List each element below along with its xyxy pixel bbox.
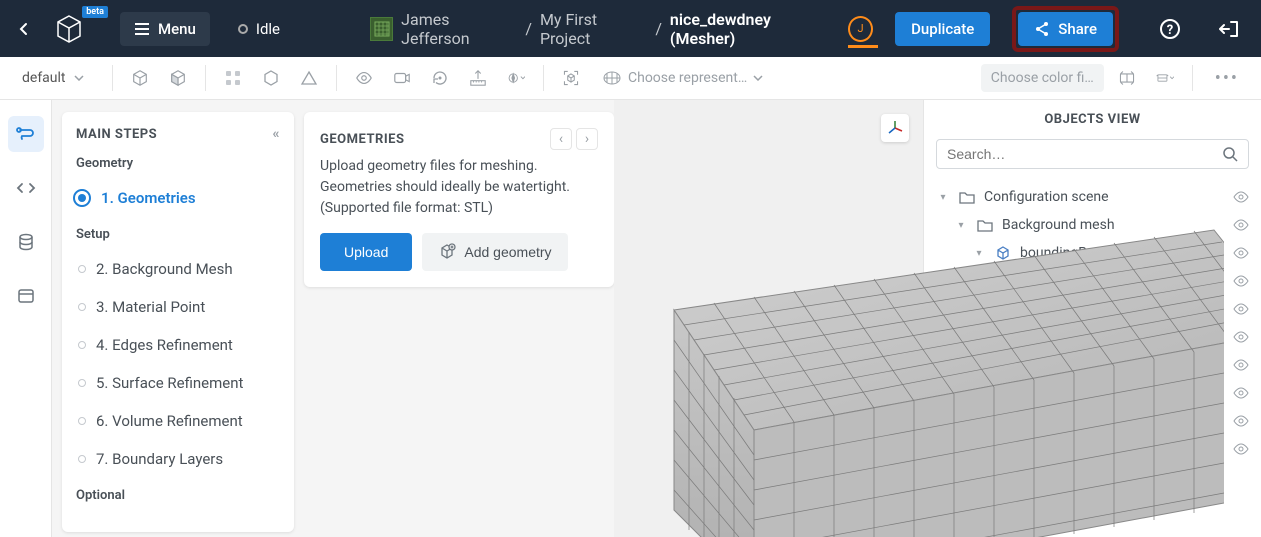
tb-cube-outline-icon[interactable] bbox=[125, 63, 155, 93]
geometries-card: GEOMETRIES ‹ › Upload geometry files for… bbox=[304, 112, 614, 287]
geometries-description: Upload geometry files for meshing. Geome… bbox=[320, 156, 598, 219]
app-logo[interactable]: beta bbox=[52, 12, 86, 46]
breadcrumb-project[interactable]: My First Project bbox=[540, 10, 647, 48]
left-rail bbox=[0, 100, 52, 537]
representation-dropdown[interactable]: Choose represent… bbox=[594, 66, 771, 90]
visibility-icon[interactable] bbox=[1233, 219, 1249, 231]
hamburger-icon bbox=[134, 22, 150, 36]
visibility-icon[interactable] bbox=[1233, 359, 1249, 371]
visibility-icon[interactable] bbox=[1233, 443, 1249, 455]
step-boundary-layers[interactable]: 7. Boundary Layers bbox=[76, 440, 280, 478]
status-chip: Idle bbox=[238, 20, 280, 38]
visibility-icon[interactable] bbox=[1233, 247, 1249, 259]
add-geometry-button[interactable]: Add geometry bbox=[422, 233, 567, 271]
geom-next-button[interactable]: › bbox=[576, 128, 598, 150]
breadcrumb-item[interactable]: nice_dewdney (Mesher) bbox=[670, 10, 834, 48]
tb-refresh-icon[interactable] bbox=[425, 63, 455, 93]
tb-hex-icon[interactable] bbox=[256, 63, 286, 93]
tb-triangle-icon[interactable] bbox=[294, 63, 324, 93]
logout-button[interactable] bbox=[1211, 11, 1249, 47]
viewport[interactable] bbox=[614, 100, 923, 537]
share-button[interactable]: Share bbox=[1018, 12, 1113, 46]
share-highlight: Share bbox=[1012, 6, 1119, 52]
chevron-down-icon bbox=[74, 75, 84, 81]
visibility-icon[interactable] bbox=[1233, 331, 1249, 343]
toolbar: default Choose represent… Choose color f… bbox=[0, 57, 1261, 100]
tb-cube-shaded-icon[interactable] bbox=[163, 63, 193, 93]
geometries-title: GEOMETRIES bbox=[320, 132, 404, 147]
avatar-underline bbox=[848, 45, 878, 48]
rail-storage-icon[interactable] bbox=[8, 224, 44, 260]
tb-fit-view-icon[interactable] bbox=[556, 63, 586, 93]
rail-code-icon[interactable] bbox=[8, 170, 44, 206]
share-icon bbox=[1034, 21, 1050, 37]
chevron-down-icon bbox=[753, 75, 763, 81]
colorfield-dropdown[interactable]: Choose color fi… bbox=[981, 64, 1104, 92]
tb-split-v-dropdown[interactable] bbox=[1150, 63, 1180, 93]
geom-prev-button[interactable]: ‹ bbox=[550, 128, 572, 150]
status-dot-icon bbox=[238, 24, 248, 34]
duplicate-button[interactable]: Duplicate bbox=[895, 12, 990, 46]
grid-icon bbox=[602, 70, 622, 86]
add-cube-icon bbox=[438, 243, 456, 261]
upload-button[interactable]: Upload bbox=[320, 233, 412, 271]
section-setup: Setup bbox=[76, 227, 280, 242]
tb-split-h-icon[interactable] bbox=[1112, 63, 1142, 93]
section-optional: Optional bbox=[76, 488, 280, 503]
visibility-icon[interactable] bbox=[1233, 387, 1249, 399]
tb-compass-dropdown[interactable] bbox=[501, 63, 531, 93]
tb-camera-icon[interactable] bbox=[387, 63, 417, 93]
menu-label: Menu bbox=[158, 20, 196, 38]
mesh-wireframe bbox=[614, 100, 1224, 537]
main-steps-panel: MAIN STEPS « Geometry 1. Geometries Setu… bbox=[62, 112, 294, 532]
svg-text:?: ? bbox=[1167, 23, 1173, 38]
visibility-icon[interactable] bbox=[1233, 303, 1249, 315]
step-edges-refinement[interactable]: 4. Edges Refinement bbox=[76, 326, 280, 364]
breadcrumb: James Jefferson / My First Project / nic… bbox=[370, 10, 834, 48]
avatar-initial: J bbox=[857, 22, 863, 35]
visibility-icon[interactable] bbox=[1233, 191, 1249, 203]
view-preset-dropdown[interactable]: default bbox=[12, 66, 100, 90]
axis-widget[interactable] bbox=[881, 114, 909, 142]
tb-more-button[interactable]: ••• bbox=[1205, 62, 1249, 95]
collapse-steps-button[interactable]: « bbox=[273, 126, 281, 142]
search-icon bbox=[1222, 146, 1238, 162]
project-type-icon bbox=[370, 17, 393, 41]
section-geometry: Geometry bbox=[76, 156, 280, 171]
beta-badge: beta bbox=[82, 6, 108, 18]
step-volume-refinement[interactable]: 6. Volume Refinement bbox=[76, 402, 280, 440]
visibility-icon[interactable] bbox=[1233, 275, 1249, 287]
back-button[interactable] bbox=[12, 16, 36, 42]
avatar[interactable]: J bbox=[848, 16, 873, 42]
step-surface-refinement[interactable]: 5. Surface Refinement bbox=[76, 364, 280, 402]
visibility-icon[interactable] bbox=[1233, 415, 1249, 427]
rail-window-icon[interactable] bbox=[8, 278, 44, 314]
cube-icon bbox=[52, 12, 86, 46]
menu-button[interactable]: Menu bbox=[120, 12, 210, 46]
step-material-point[interactable]: 3. Material Point bbox=[76, 288, 280, 326]
topbar: beta Menu Idle James Jefferson / My Firs… bbox=[0, 0, 1261, 57]
help-button[interactable]: ? bbox=[1151, 10, 1189, 48]
tb-ruler-icon[interactable] bbox=[463, 63, 493, 93]
status-label: Idle bbox=[256, 20, 280, 38]
step-background-mesh[interactable]: 2. Background Mesh bbox=[76, 250, 280, 288]
breadcrumb-user[interactable]: James Jefferson bbox=[401, 10, 517, 48]
main-steps-title: MAIN STEPS bbox=[76, 127, 157, 142]
active-step-radio-icon bbox=[73, 189, 91, 207]
tb-grid4-icon[interactable] bbox=[218, 63, 248, 93]
step-geometries[interactable]: 1. Geometries bbox=[76, 179, 280, 217]
rail-workflow-icon[interactable] bbox=[8, 116, 44, 152]
tb-eye-icon[interactable] bbox=[349, 63, 379, 93]
